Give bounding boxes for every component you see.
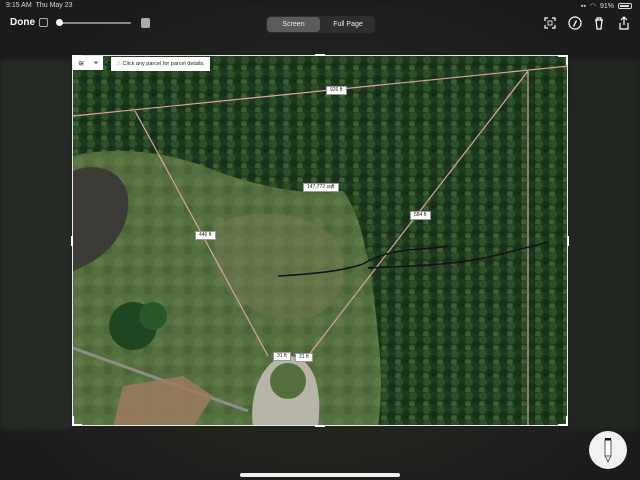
crop-handle-right[interactable] [567, 236, 569, 246]
trash-icon[interactable] [592, 16, 606, 30]
crop-handle-bl-v[interactable] [72, 416, 74, 426]
home-indicator[interactable] [240, 473, 400, 477]
crop-handle-top[interactable] [315, 54, 325, 56]
screenshot-preview[interactable]: ≋ ⌖ ⚠ Click any parcel for parcel detail… [72, 55, 568, 426]
label-bottom-right: 31 ft [295, 353, 313, 362]
zoom-out-icon [39, 18, 48, 27]
wifi-icon: ◠ [589, 3, 596, 10]
layers-icon[interactable]: ≋ [78, 59, 85, 68]
map-tools: ≋ ⌖ [73, 56, 103, 70]
crop-handle-bottom[interactable] [315, 425, 325, 427]
label-right-length: 584 ft [410, 211, 431, 220]
crop-icon[interactable] [543, 16, 557, 30]
markup-icon[interactable] [568, 16, 582, 30]
screenshot-toolbar: Done Screen Full Page [0, 12, 640, 36]
crop-handle-br-v[interactable] [566, 416, 568, 426]
satellite-map[interactable] [73, 56, 568, 426]
cellular-icon: ▪▪ [580, 2, 586, 10]
warning-icon: ⚠ [116, 61, 121, 67]
segment-screen[interactable]: Screen [267, 17, 320, 32]
done-button[interactable]: Done [10, 17, 35, 28]
status-right: ▪▪ ◠ 91% [581, 2, 632, 10]
battery-percent: 91% [599, 2, 614, 10]
status-bar: 9:15 AM Thu May 23 ▪▪ ◠ 91% [0, 0, 640, 12]
crop-handle-tl-v[interactable] [72, 55, 74, 65]
segment-full-page[interactable]: Full Page [322, 17, 374, 32]
opacity-slider[interactable] [56, 19, 131, 26]
label-bottom-left: 31 ft [273, 352, 291, 361]
crop-handle-left[interactable] [71, 236, 73, 246]
label-top-length: 926 ft [326, 86, 347, 95]
capture-mode-segmented-control: Screen Full Page [266, 16, 375, 33]
crop-handle-tr-v[interactable] [566, 55, 568, 65]
zoom-in-icon [141, 18, 150, 28]
pencil-icon [604, 438, 612, 463]
pencil-tool-button[interactable] [589, 431, 627, 469]
parcel-notice: ⚠ Click any parcel for parcel details. [111, 57, 210, 71]
locate-icon[interactable]: ⌖ [94, 58, 99, 68]
share-icon[interactable] [617, 16, 631, 30]
label-area: 147,772 sqft [303, 183, 339, 192]
battery-icon [618, 3, 632, 9]
label-left-length: 446 ft [195, 231, 216, 240]
status-time: 9:15 AM Thu May 23 [6, 2, 73, 9]
slider-knob[interactable] [56, 19, 63, 26]
